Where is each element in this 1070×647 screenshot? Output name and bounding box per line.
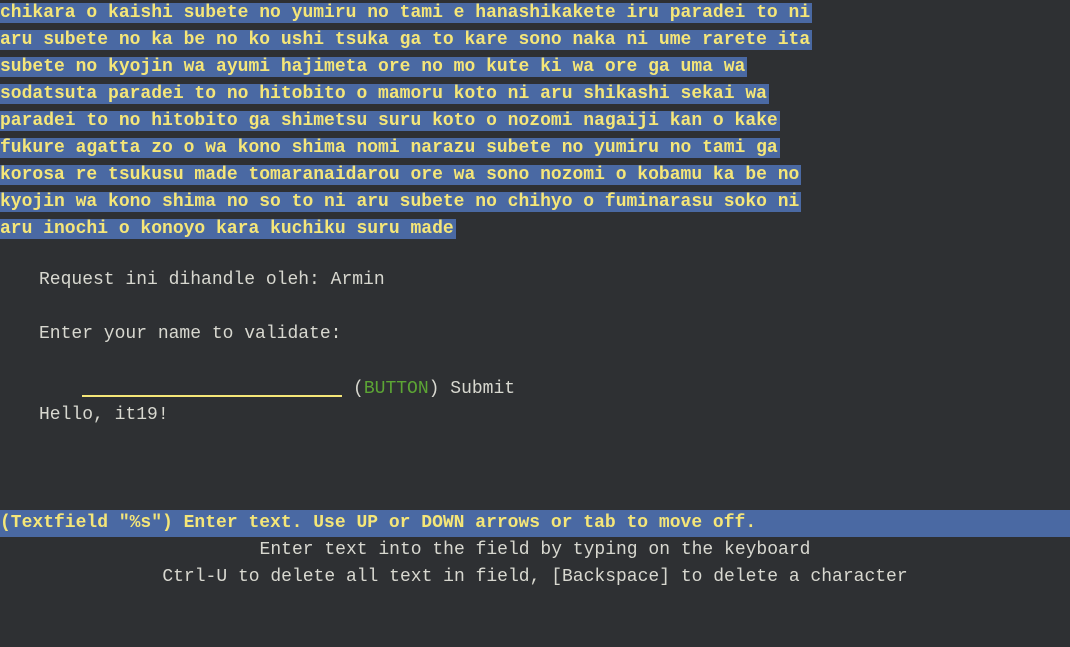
help-line: Enter text into the field by typing on t… [259, 540, 811, 560]
submit-button-label: Submit [450, 379, 516, 399]
name-form-row: (BUTTON) Submit [39, 348, 515, 399]
banner-line: fukure agatta zo o wa kono shima nomi na… [0, 138, 780, 158]
banner-line: chikara o kaishi subete no yumiru no tam… [0, 3, 813, 23]
banner-line: aru inochi o konoyo kara kuchiku suru ma… [0, 219, 456, 239]
terminal-screen: chikara o kaishi subete no yumiru no tam… [0, 0, 1070, 647]
name-prompt-label: Enter your name to validate: [39, 324, 342, 344]
banner-line: aru subete no ka be no ko ushi tsuka ga … [0, 30, 813, 50]
banner-line: sodatsuta paradei to no hitobito o mamor… [0, 84, 769, 104]
banner-line: korosa re tsukusu made tomaranaidarou or… [0, 165, 802, 185]
button-tag-label: BUTTON [363, 379, 429, 399]
button-close-paren: ) [428, 379, 440, 399]
help-line: Ctrl-U to delete all text in field, [Bac… [162, 567, 908, 587]
button-open-paren: ( [353, 379, 364, 399]
name-input[interactable] [82, 375, 343, 397]
submit-button[interactable]: (BUTTON) Submit [353, 379, 515, 399]
banner-line: subete no kyojin wa ayumi hajimeta ore n… [0, 57, 748, 77]
greeting-text: Hello, it19! [39, 405, 169, 425]
request-handler-text: Request ini dihandle oleh: Armin [39, 270, 385, 290]
banner-line: paradei to no hitobito ga shimetsu suru … [0, 111, 780, 131]
banner-line: kyojin wa kono shima no so to ni aru sub… [0, 192, 802, 212]
status-bar: (Textfield "%s") Enter text. Use UP or D… [0, 510, 1070, 537]
